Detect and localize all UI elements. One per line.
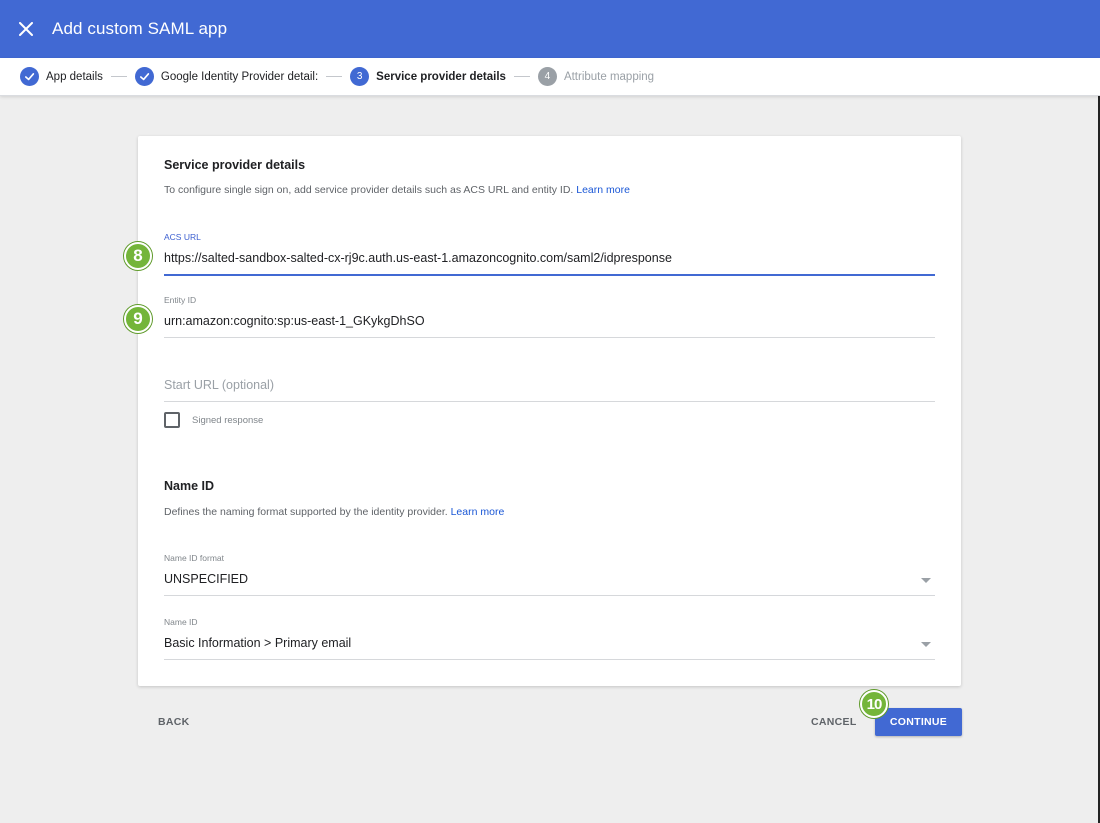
signed-response-checkbox[interactable] (164, 412, 180, 428)
step-label: Google Identity Provider detail: (160, 70, 319, 83)
check-icon (134, 67, 154, 86)
learn-more-link[interactable]: Learn more (576, 184, 630, 196)
start-url-field[interactable]: Start URL (optional) (164, 359, 935, 402)
acs-url-input[interactable]: https://salted-sandbox-salted-cx-rj9c.au… (164, 251, 935, 267)
name-id-description: Defines the naming format supported by t… (164, 506, 504, 518)
close-icon[interactable] (15, 18, 37, 40)
step-label: Attribute mapping (563, 70, 655, 83)
section-description: To configure single sign on, add service… (164, 184, 630, 196)
name-id-format-select[interactable]: Name ID format UNSPECIFIED (164, 553, 935, 596)
dropdown-arrow-icon[interactable] (921, 642, 931, 647)
name-id-format-underline (164, 595, 935, 596)
back-button[interactable]: BACK (158, 716, 190, 728)
signed-response-label: Signed response (192, 414, 264, 426)
check-icon (20, 67, 39, 86)
step-connector (326, 76, 343, 77)
signed-response-row[interactable]: Signed response (164, 412, 263, 428)
step-number: 3 (350, 67, 370, 86)
step-label: Service provider details (376, 70, 506, 83)
description-text: Defines the naming format supported by t… (164, 506, 448, 518)
name-id-text: Basic Information > Primary email (164, 636, 352, 650)
section-title: Service provider details (164, 158, 306, 172)
stepper: App details Google Identity Provider det… (0, 58, 1100, 96)
annotation-badge-9: 9 (124, 305, 152, 333)
name-id-format-text: UNSPECIFIED (164, 572, 249, 586)
name-id-format-label: Name ID format (164, 553, 224, 563)
entity-id-underline (164, 337, 935, 338)
cancel-button[interactable]: CANCEL (811, 716, 857, 728)
description-text: To configure single sign on, add service… (164, 184, 574, 196)
start-url-input[interactable]: Start URL (optional) (164, 378, 935, 394)
continue-button[interactable]: CONTINUE (875, 708, 962, 736)
step-service-provider-details[interactable]: 3 Service provider details (350, 67, 506, 86)
step-number: 4 (537, 67, 557, 86)
name-id-value[interactable]: Basic Information > Primary email (164, 636, 935, 652)
name-id-label: Name ID (164, 617, 198, 627)
start-url-underline (164, 401, 935, 402)
entity-id-label: Entity ID (164, 295, 197, 305)
step-label: App details (46, 70, 103, 83)
annotation-badge-10: 10 (860, 690, 888, 718)
acs-url-field[interactable]: ACS URL https://salted-sandbox-salted-cx… (164, 232, 935, 276)
page-title: Add custom SAML app (52, 19, 228, 38)
step-attribute-mapping: 4 Attribute mapping (537, 67, 655, 86)
name-id-underline (164, 659, 935, 660)
learn-more-link[interactable]: Learn more (451, 506, 505, 518)
dropdown-arrow-icon[interactable] (921, 578, 931, 583)
step-connector (110, 76, 127, 77)
name-id-section-title: Name ID (164, 479, 215, 493)
service-provider-card: Service provider details To configure si… (138, 136, 961, 686)
step-google-idp-details[interactable]: Google Identity Provider detail: (134, 67, 319, 86)
step-app-details[interactable]: App details (20, 67, 103, 86)
step-connector (513, 76, 530, 77)
app-bar: Add custom SAML app (0, 0, 1100, 58)
annotation-badge-8: 8 (124, 242, 152, 270)
name-id-select[interactable]: Name ID Basic Information > Primary emai… (164, 617, 935, 660)
entity-id-input[interactable]: urn:amazon:cognito:sp:us-east-1_GKykgDhS… (164, 314, 935, 330)
start-url-label-spacer (164, 359, 935, 371)
name-id-format-value[interactable]: UNSPECIFIED (164, 572, 935, 588)
acs-url-label: ACS URL (164, 232, 201, 242)
entity-id-field[interactable]: Entity ID urn:amazon:cognito:sp:us-east-… (164, 295, 935, 338)
acs-url-underline (164, 274, 935, 276)
